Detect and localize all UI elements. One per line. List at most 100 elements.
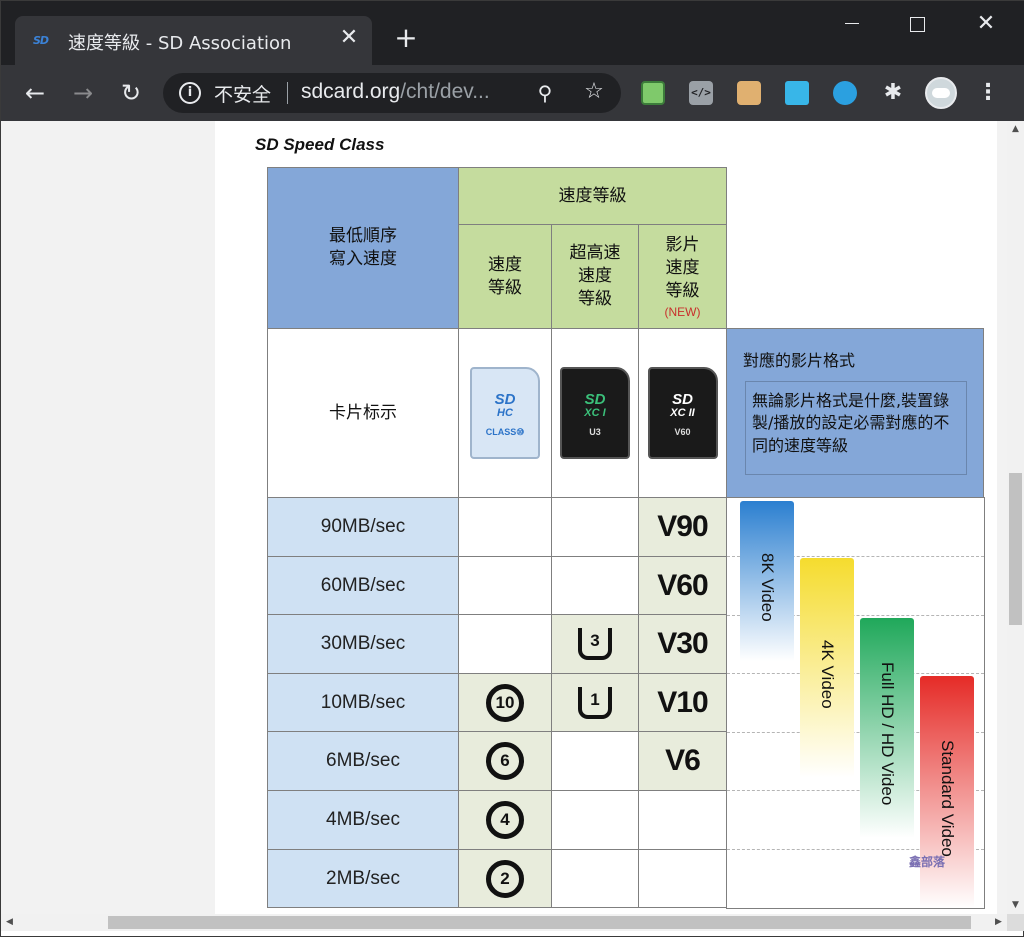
header-min-write-speed: 最低順序 寫入速度 — [267, 167, 459, 329]
row-divider — [727, 673, 984, 674]
horizontal-scroll-thumb[interactable] — [108, 916, 971, 929]
tab-close-icon[interactable]: ✕ — [337, 26, 361, 50]
mail-extension-icon[interactable] — [641, 81, 665, 105]
card-mark: CLASS⑩ — [485, 427, 525, 437]
video-bar-label: Standard Video — [938, 739, 957, 857]
video-class-badge: V30 — [657, 627, 708, 660]
new-tab-icon[interactable]: + — [393, 24, 419, 52]
face-extension-icon[interactable] — [737, 81, 761, 105]
search-extension-icon[interactable] — [833, 81, 857, 105]
tab-title: 速度等級 - SD Association — [68, 33, 292, 54]
card-cell-sdxc-ii: SD XC II V60 — [638, 328, 727, 498]
speed-class-cell: 10 — [458, 673, 552, 732]
video-bar-8k: 8K Video — [740, 501, 794, 661]
address-bar[interactable]: i 不安全 sdcard.org/cht/dev... ⚲ ☆ — [163, 73, 621, 113]
speed-class-cell — [458, 497, 552, 557]
card-logo: SD — [494, 391, 516, 408]
back-icon[interactable]: ← — [19, 77, 51, 109]
video-class-cell: V30 — [638, 614, 727, 674]
video-class-badge: V6 — [665, 744, 701, 777]
uhs-class-badge: 1 — [578, 686, 612, 719]
video-class-badge: V10 — [657, 685, 708, 719]
video-bar-label: 8K Video — [758, 552, 777, 622]
puzzle-icon[interactable]: ✱ — [881, 81, 905, 105]
video-class-cell: V6 — [638, 731, 727, 791]
share-extension-icon[interactable] — [785, 81, 809, 105]
uhs-class-cell — [551, 790, 639, 850]
vertical-scroll-thumb[interactable] — [1009, 473, 1022, 625]
speed-cell: 6MB/sec — [267, 731, 459, 791]
window-close-icon[interactable]: ✕ — [963, 7, 1009, 41]
video-format-title: 對應的影片格式 — [743, 351, 856, 370]
video-format-panel: 對應的影片格式 無論影片格式是什麼,裝置錄製/播放的設定必需對應的不同的速度等級 — [726, 328, 984, 498]
page-viewport: SD Speed Class 最低順序 寫入速度 速度等級 速度 等級 超高速 … — [1, 121, 1007, 914]
address-separator — [287, 82, 288, 104]
tab-strip: SD 速度等級 - SD Association ✕ + ✕ — [1, 1, 1024, 65]
card-mark: U3 — [589, 427, 601, 437]
video-class-cell: V90 — [638, 497, 727, 557]
header-uhs-class: 超高速 速度 等級 — [551, 224, 639, 329]
video-bar-label: 4K Video — [818, 639, 837, 709]
card-logo: SD — [584, 391, 606, 408]
scroll-right-icon[interactable]: ▶ — [990, 914, 1007, 931]
scrollbar-corner — [1007, 914, 1024, 931]
profile-avatar[interactable] — [925, 77, 957, 109]
card-label-cell: 卡片标示 — [267, 328, 459, 498]
toolbar: ← → ↻ i 不安全 sdcard.org/cht/dev... ⚲ ☆ </… — [1, 65, 1024, 121]
speed-cell: 30MB/sec — [267, 614, 459, 674]
video-bar-label: Full HD / HD Video — [878, 662, 897, 806]
uhs-class-cell — [551, 849, 639, 908]
speed-class-badge: 10 — [486, 683, 524, 722]
zoom-icon[interactable]: ⚲ — [533, 81, 557, 105]
kebab-menu-icon[interactable]: ⋮ — [977, 79, 999, 107]
video-class-cell: V10 — [638, 673, 727, 732]
speed-class-cell: 2 — [458, 849, 552, 908]
video-format-note: 無論影片格式是什麼,裝置錄製/播放的設定必需對應的不同的速度等級 — [745, 381, 967, 475]
video-class-cell: V60 — [638, 556, 727, 615]
speed-cell: 4MB/sec — [267, 790, 459, 850]
uhs-class-cell — [551, 497, 639, 557]
header-speed-class: 速度 等級 — [458, 224, 552, 329]
tab-active[interactable]: SD 速度等級 - SD Association ✕ — [15, 16, 372, 65]
speed-class-cell: 6 — [458, 731, 552, 791]
uhs-class-cell — [551, 556, 639, 615]
scroll-left-icon[interactable]: ◀ — [1, 914, 18, 931]
reload-icon[interactable]: ↻ — [115, 77, 147, 109]
video-class-badge: V90 — [657, 510, 708, 543]
card-type: HC — [497, 407, 513, 419]
maximize-icon[interactable] — [894, 7, 940, 41]
card-logo: SD — [672, 391, 693, 408]
browser-window: SD 速度等級 - SD Association ✕ + ✕ ← → ↻ i 不… — [0, 0, 1024, 937]
scroll-down-icon[interactable]: ▼ — [1007, 897, 1024, 914]
speed-class-cell — [458, 614, 552, 674]
video-class-cell — [638, 849, 727, 908]
url-text[interactable]: sdcard.org/cht/dev... — [301, 80, 490, 104]
card-type: XC II — [670, 407, 695, 419]
uhs-class-cell: 1 — [551, 673, 639, 732]
video-bar-standard: Standard Video — [920, 676, 974, 908]
horizontal-scrollbar[interactable]: ◀ ▶ — [1, 914, 1007, 931]
info-icon[interactable]: i — [179, 82, 201, 104]
new-tag: (NEW) — [664, 304, 701, 319]
bookmark-star-icon[interactable]: ☆ — [581, 79, 607, 105]
code-extension-icon[interactable]: </> — [689, 81, 713, 105]
speed-class-badge: 6 — [486, 742, 524, 780]
card-cell-sdxc-i: SD XC I U3 — [551, 328, 639, 498]
speed-class-table: 最低順序 寫入速度 速度等級 速度 等級 超高速 速度 等級 影片 速度 等級 … — [267, 167, 985, 909]
forward-icon[interactable]: → — [67, 77, 99, 109]
header-video-class-label: 影片 速度 等級 — [665, 235, 700, 301]
vertical-scrollbar[interactable]: ▲ ▼ — [1007, 121, 1024, 914]
card-mark: V60 — [674, 427, 691, 437]
speed-cell: 60MB/sec — [267, 556, 459, 615]
video-bar-4k: 4K Video — [800, 558, 854, 778]
speed-class-badge: 2 — [486, 859, 524, 898]
minimize-icon[interactable] — [829, 7, 875, 41]
video-class-badge: V60 — [657, 568, 708, 602]
header-video-class: 影片 速度 等級 (NEW) — [638, 224, 727, 329]
speed-cell: 2MB/sec — [267, 849, 459, 908]
video-class-cell — [638, 790, 727, 850]
scroll-up-icon[interactable]: ▲ — [1007, 121, 1024, 138]
uhs-class-badge: 3 — [578, 628, 612, 660]
speed-class-badge: 4 — [486, 801, 524, 839]
security-label[interactable]: 不安全 — [214, 80, 271, 107]
